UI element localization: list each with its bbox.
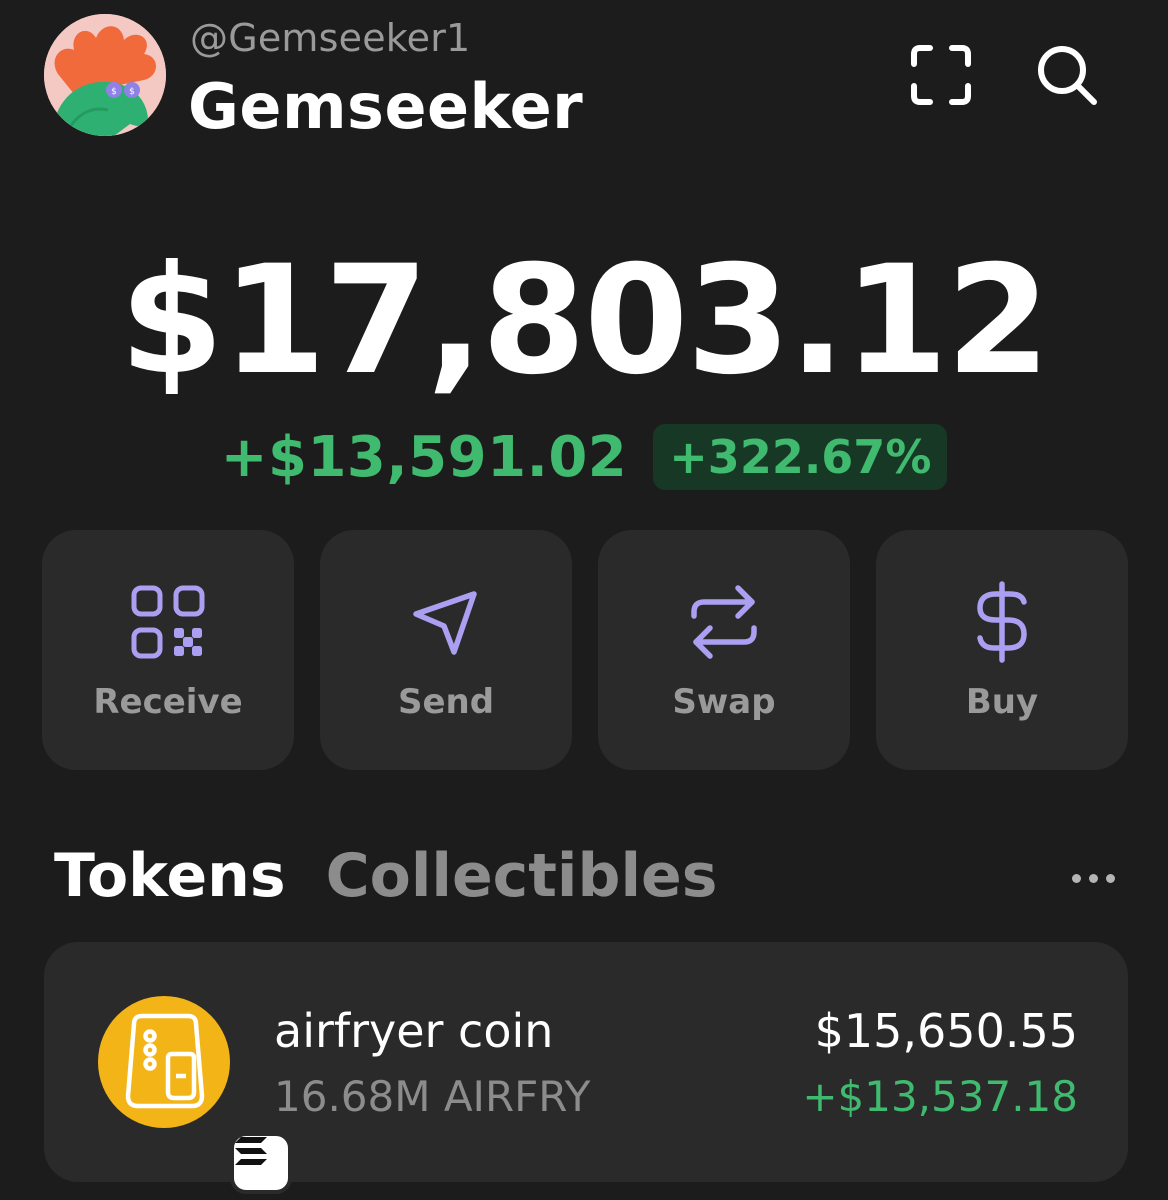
action-buttons: Receive Send Swap Buy	[42, 530, 1128, 770]
more-dot-icon	[1088, 873, 1098, 883]
scan-icon	[911, 45, 971, 105]
dollar-icon	[977, 581, 1027, 663]
tab-collectibles[interactable]: Collectibles	[326, 841, 718, 911]
search-icon	[1038, 46, 1097, 105]
token-change: +$13,537.18	[802, 1072, 1078, 1121]
airfryer-icon	[98, 996, 292, 1194]
send-icon	[413, 591, 477, 655]
send-button[interactable]: Send	[320, 530, 572, 770]
more-options-button[interactable]	[1058, 858, 1128, 898]
avatar[interactable]: $ $	[44, 14, 166, 136]
tab-tokens[interactable]: Tokens	[54, 841, 286, 911]
solana-icon	[230, 1132, 292, 1194]
balance-change-row: +$13,591.02 +322.67%	[0, 424, 1168, 490]
total-balance: $17,803.12	[119, 234, 1051, 408]
receive-label: Receive	[93, 682, 243, 722]
user-handle: @Gemseeker1	[190, 16, 471, 60]
token-value: $15,650.55	[814, 1004, 1078, 1058]
asset-tabs: Tokens Collectibles	[54, 836, 717, 916]
account-name[interactable]: Gemseeker	[188, 70, 583, 143]
svg-text:$: $	[111, 87, 117, 97]
buy-label: Buy	[965, 682, 1039, 722]
balance-change-percent-badge: +322.67%	[653, 424, 948, 490]
balance-change-amount: +$13,591.02	[220, 424, 628, 490]
more-dot-icon	[1071, 873, 1081, 883]
swap-icon	[691, 585, 757, 659]
swap-button[interactable]: Swap	[598, 530, 850, 770]
swap-label: Swap	[672, 682, 776, 722]
scan-button[interactable]	[906, 40, 976, 110]
token-amount: 16.68M AIRFRY	[274, 1072, 591, 1121]
token-row[interactable]: airfryer coin 16.68M AIRFRY $15,650.55 +…	[44, 942, 1128, 1194]
token-name: airfryer coin	[274, 1004, 554, 1058]
send-label: Send	[397, 682, 495, 722]
receive-button[interactable]: Receive	[42, 530, 294, 770]
wallet-home-screen: $ $ @Gemseeker1 Gemseeker $17,803.12 +$1…	[0, 0, 1168, 1200]
avatar-image: $ $	[44, 14, 166, 136]
search-button[interactable]	[1032, 40, 1102, 110]
svg-text:$: $	[129, 87, 135, 97]
buy-button[interactable]: Buy	[876, 530, 1128, 770]
more-dot-icon	[1105, 873, 1115, 883]
qr-code-icon	[131, 585, 205, 659]
